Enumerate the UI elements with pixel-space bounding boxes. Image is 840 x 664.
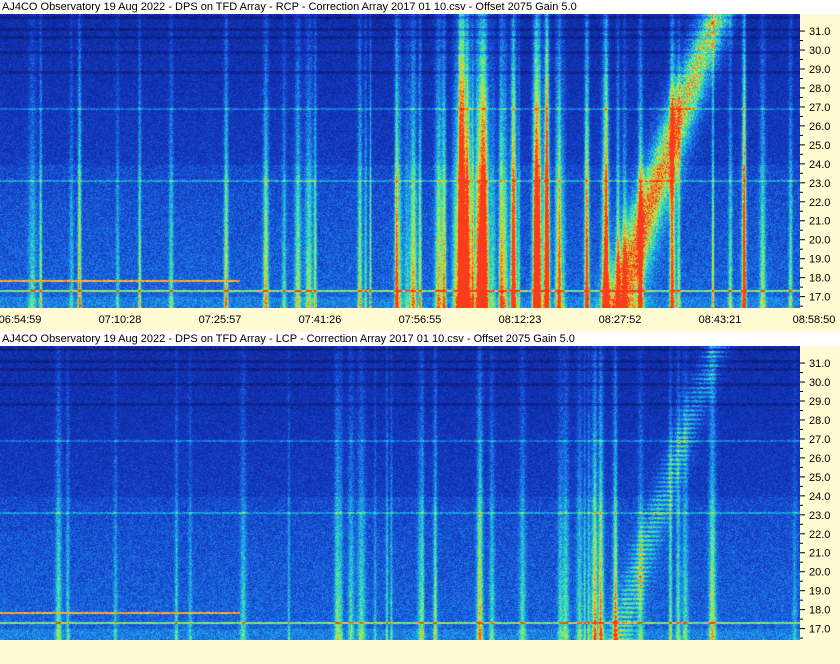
rcp-freq-label-5: 26.0 [809,121,830,133]
time-label-7: 08:43:21 [698,314,742,326]
rcp-freq-label-14: 17.0 [809,292,830,304]
lcp-spectrogram [0,346,800,640]
lcp-spectrogram-canvas [0,346,800,640]
time-label-1: 07:10:28 [98,314,142,326]
rcp-freq-label-10: 21.0 [809,216,830,228]
lcp-freq-label-0: 31.0 [809,358,830,370]
lcp-freq-label-4: 27.0 [809,434,830,446]
time-label-0: 06:54:59 [0,314,42,326]
lcp-freq-label-2: 29.0 [809,396,830,408]
top-panel-title: AJ4CO Observatory 19 Aug 2022 - DPS on T… [0,0,840,14]
time-label-2: 07:25:57 [198,314,242,326]
rcp-freq-label-1: 30.0 [809,45,830,57]
lcp-freq-label-11: 20.0 [809,567,830,579]
lcp-freq-label-8: 23.0 [809,510,830,522]
rcp-spectrogram [0,14,800,308]
rcp-spectrogram-canvas [0,14,800,308]
rcp-freq-label-8: 23.0 [809,178,830,190]
lcp-freq-label-13: 18.0 [809,605,830,617]
rcp-freq-label-4: 27.0 [809,102,830,114]
time-label-4: 07:56:55 [398,314,442,326]
time-label-6: 08:27:52 [598,314,642,326]
rcp-freq-label-12: 19.0 [809,254,830,266]
rcp-frequency-axis: 31.0 30.0 29.0 28.0 27.0 26.0 25.0 24.0 23.0 22.0… [800,26,830,307]
lcp-freq-label-7: 24.0 [809,491,830,503]
lcp-freq-label-14: 17.0 [809,624,830,636]
lcp-freq-label-1: 30.0 [809,377,830,389]
rcp-freq-label-0: 31.0 [809,26,830,38]
lcp-freq-label-5: 26.0 [809,453,830,465]
rcp-freq-label-2: 29.0 [809,64,830,76]
time-label-8: 08:58:50 [792,314,836,326]
time-label-3: 07:41:26 [298,314,342,326]
lcp-freq-label-6: 25.0 [809,472,830,484]
rcp-freq-label-7: 24.0 [809,159,830,171]
lcp-freq-label-3: 28.0 [809,415,830,427]
time-axis: 06:54:59 07:10:28 07:25:57 07:41:26 07:56:55… [0,312,840,332]
lcp-freq-label-9: 22.0 [809,529,830,541]
bottom-panel-title: AJ4CO Observatory 19 Aug 2022 - DPS on T… [0,332,840,346]
rcp-freq-label-11: 20.0 [809,235,830,247]
lcp-freq-label-10: 21.0 [809,548,830,560]
time-label-5: 08:12:23 [498,314,542,326]
lcp-frequency-axis: 31.0 30.0 29.0 28.0 27.0 26.0 25.0 24.0 23.0 22.0… [800,358,830,639]
rcp-freq-label-3: 28.0 [809,83,830,95]
lcp-freq-label-12: 19.0 [809,586,830,598]
rcp-freq-label-13: 18.0 [809,273,830,285]
rcp-freq-label-6: 25.0 [809,140,830,152]
rcp-freq-label-9: 22.0 [809,197,830,209]
